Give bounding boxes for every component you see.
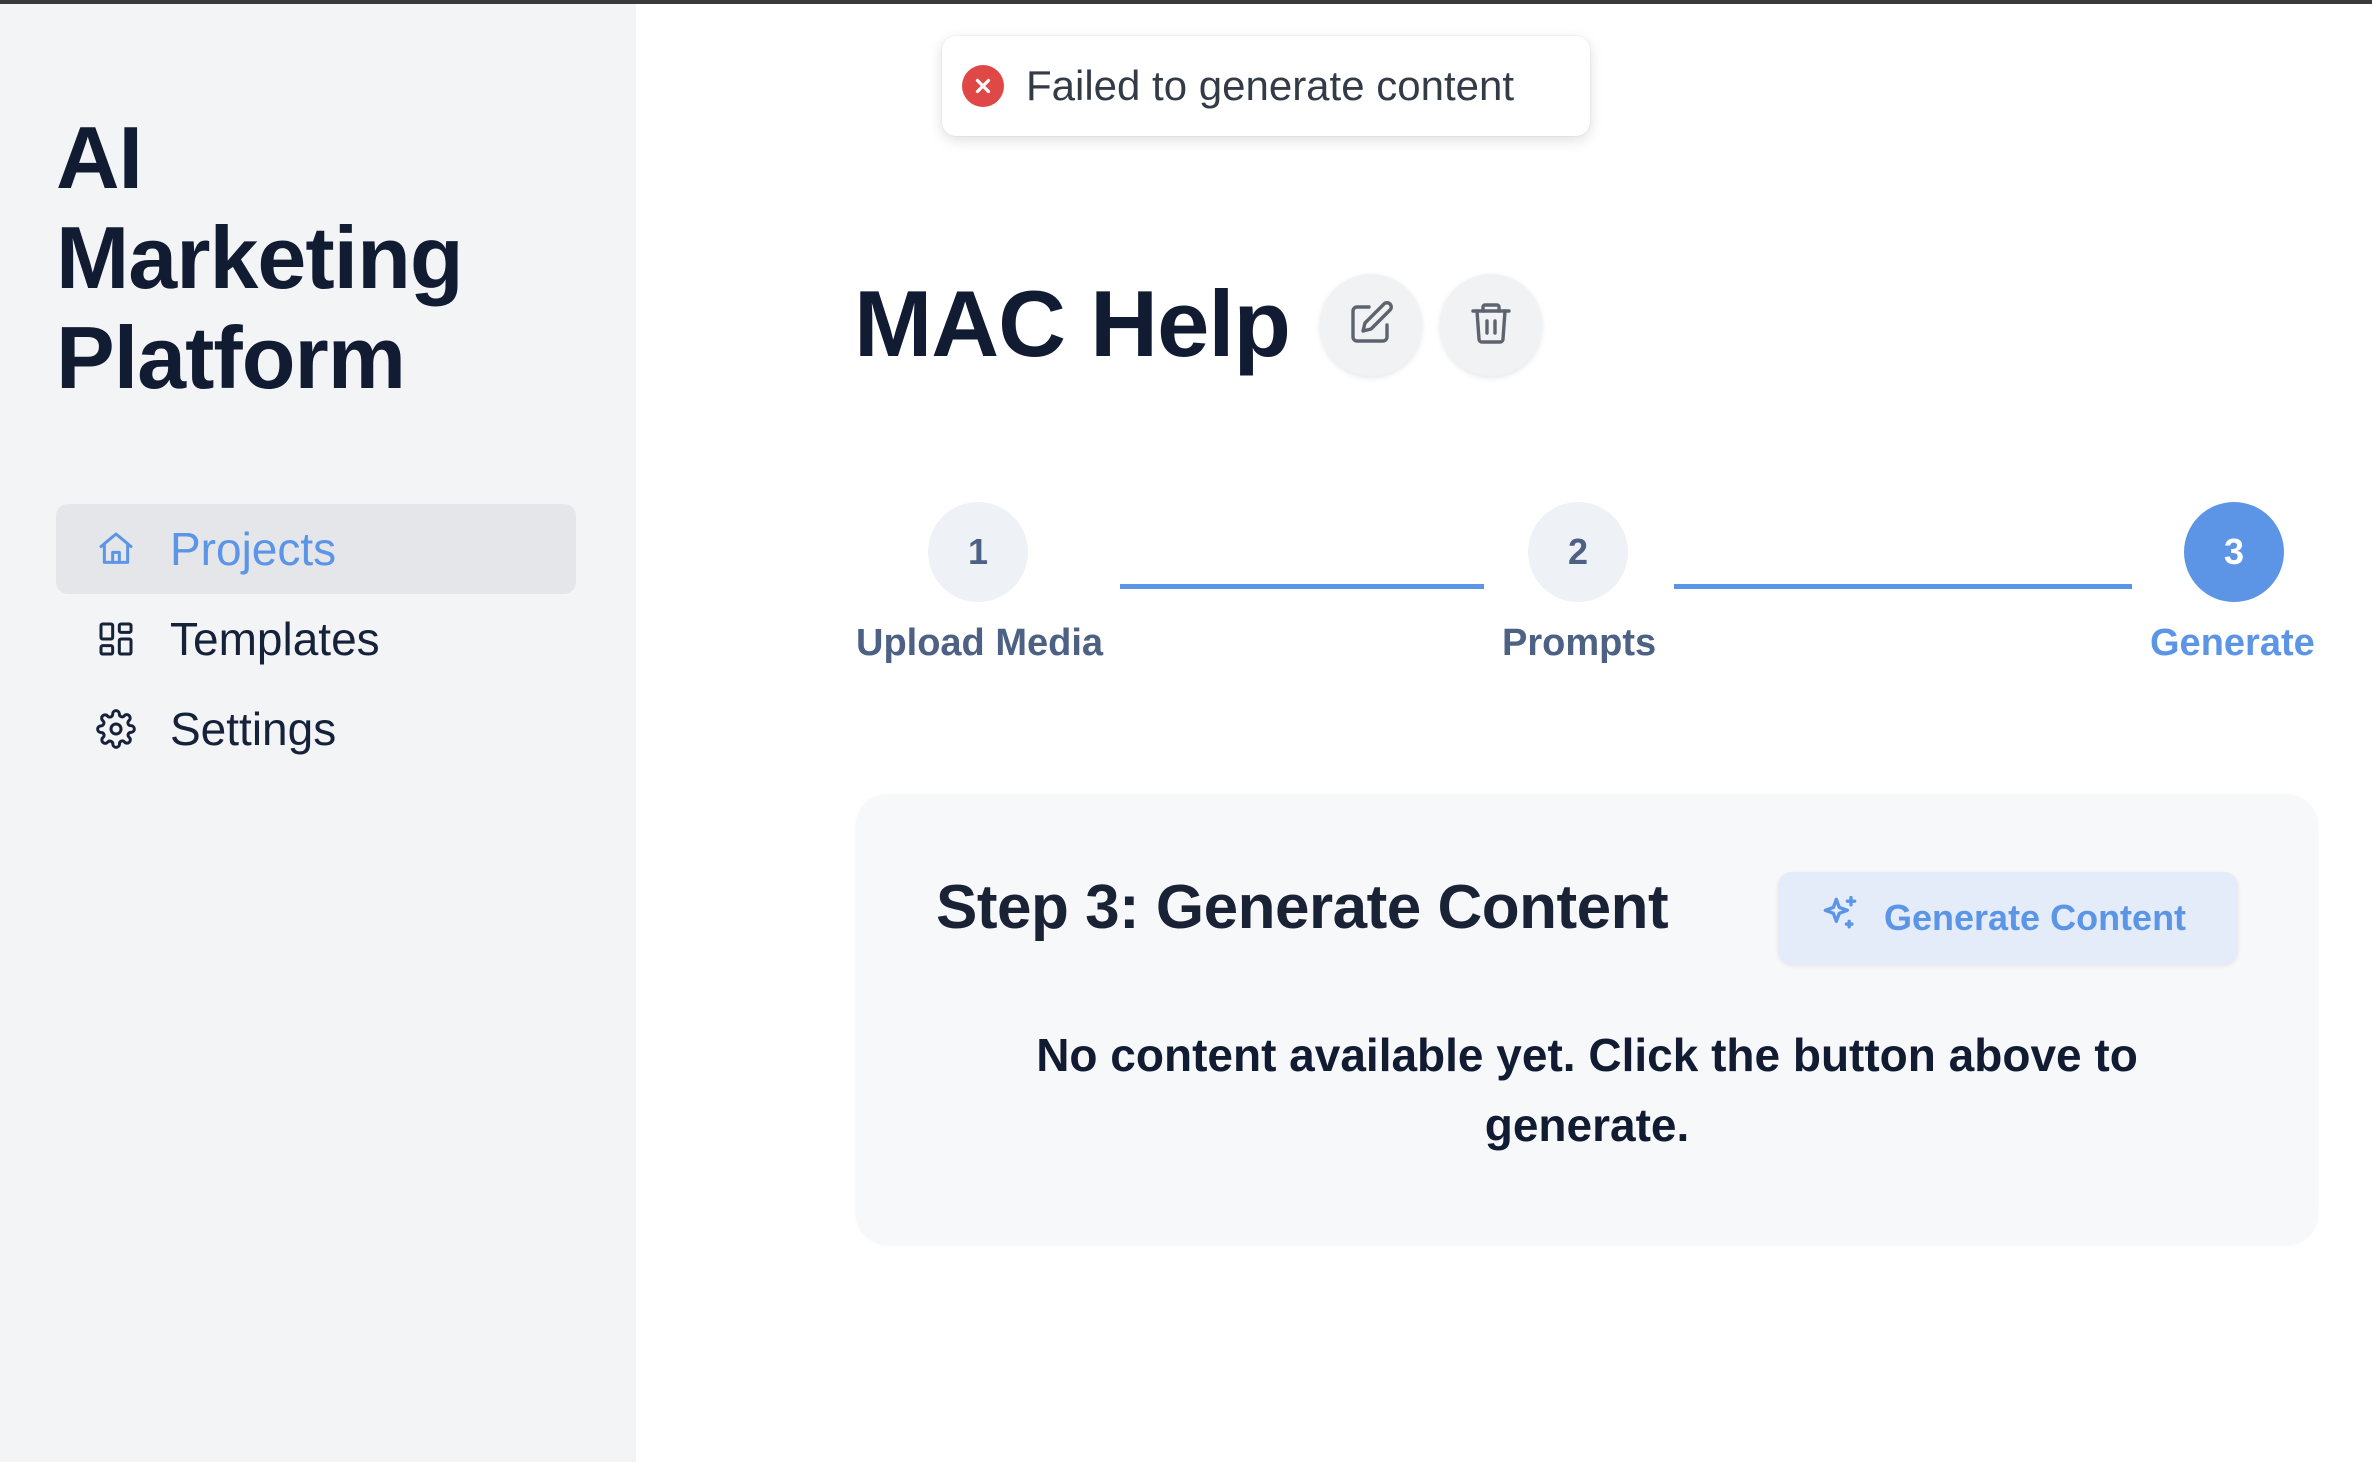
- sidebar-item-label: Settings: [170, 703, 337, 755]
- generate-content-card: Step 3: Generate Content Generate Conten…: [856, 794, 2318, 1244]
- step-3-indicator[interactable]: 3: [2184, 502, 2284, 602]
- page-title: MAC Help: [854, 271, 1291, 376]
- error-circle-icon: [962, 65, 1004, 107]
- brand-line: Platform: [56, 308, 406, 407]
- step-1-label: Upload Media: [856, 622, 1104, 664]
- error-toast: Failed to generate content: [942, 36, 1590, 136]
- brand-line: AI: [56, 108, 143, 207]
- step-2-indicator[interactable]: 2: [1528, 502, 1628, 602]
- step-connector: [1674, 584, 2132, 589]
- sidebar-item-settings[interactable]: Settings: [56, 684, 576, 774]
- toast-message: Failed to generate content: [1026, 62, 1515, 109]
- edit-icon: [1347, 299, 1395, 352]
- sidebar-item-label: Projects: [170, 523, 337, 575]
- sidebar-item-label: Templates: [170, 613, 380, 665]
- sidebar: AI Marketing Platform Projects Templates…: [0, 4, 636, 1462]
- home-icon: [94, 527, 138, 571]
- gear-icon: [94, 707, 138, 751]
- app-brand: AI Marketing Platform: [56, 108, 576, 408]
- trash-icon: [1467, 299, 1515, 352]
- delete-project-button[interactable]: [1440, 274, 1542, 376]
- step-2-label: Prompts: [1502, 622, 1657, 664]
- step-1-indicator[interactable]: 1: [928, 502, 1028, 602]
- brand-line: Marketing: [56, 208, 464, 307]
- generate-content-button[interactable]: Generate Content: [1778, 872, 2238, 964]
- step-connector: [1120, 584, 1484, 589]
- card-title: Step 3: Generate Content: [936, 873, 1669, 942]
- grid-icon: [94, 617, 138, 661]
- sidebar-nav: Projects Templates Settings: [56, 504, 576, 774]
- edit-project-button[interactable]: [1320, 274, 1422, 376]
- sidebar-item-templates[interactable]: Templates: [56, 594, 576, 684]
- generate-content-label: Generate Content: [1884, 897, 2187, 938]
- empty-state-message: No content available yet. Click the butt…: [1036, 1029, 2138, 1151]
- sidebar-item-projects[interactable]: Projects: [56, 504, 576, 594]
- sparkles-icon: [1818, 892, 1884, 945]
- step-3-label: Generate: [2150, 622, 2315, 664]
